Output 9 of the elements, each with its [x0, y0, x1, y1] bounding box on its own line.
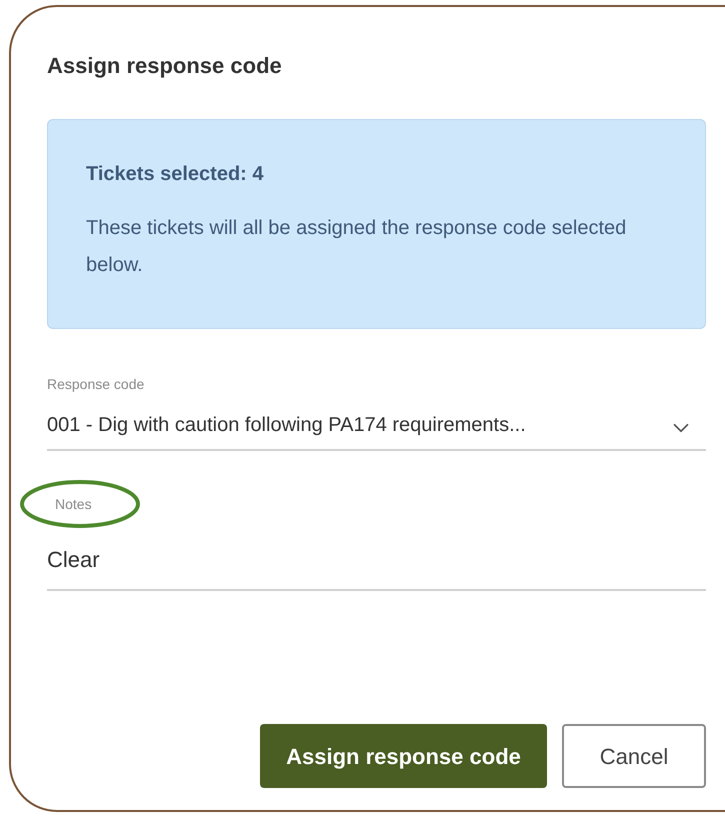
notes-field[interactable]: Clear: [47, 545, 706, 591]
response-code-select[interactable]: 001 - Dig with caution following PA174 requirements...: [47, 411, 706, 451]
field-label: Notes: [55, 496, 92, 512]
cancel-button[interactable]: Cancel: [562, 724, 706, 788]
assign-button[interactable]: Assign response code: [260, 724, 547, 788]
field-label: Response code: [47, 376, 144, 392]
info-heading: Tickets selected: 4: [86, 162, 265, 187]
dialog-title: Assign response code: [47, 52, 283, 80]
info-message: These tickets will all be assigned the response code selected below.: [86, 216, 628, 278]
